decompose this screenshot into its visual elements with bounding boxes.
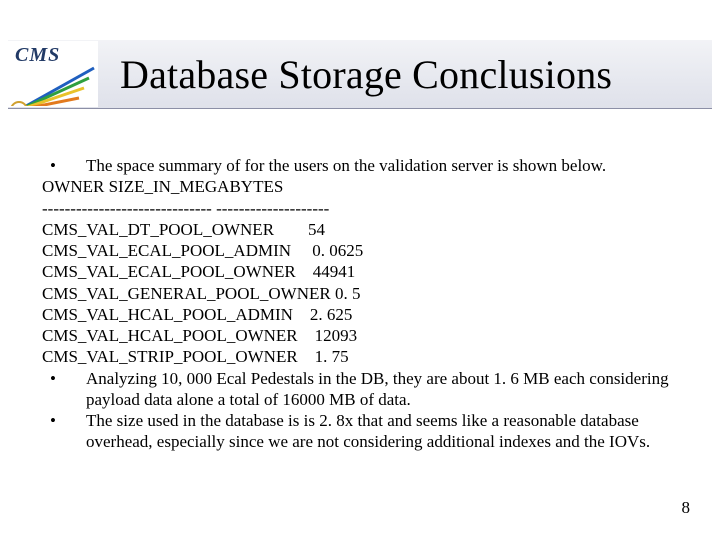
slide-body: •The space summary of for the users on t… bbox=[42, 155, 682, 453]
table-row: CMS_VAL_HCAL_POOL_OWNER 12093 bbox=[42, 325, 682, 346]
table-row: CMS_VAL_HCAL_POOL_ADMIN 2. 625 bbox=[42, 304, 682, 325]
bullet-3: •The size used in the database is is 2. … bbox=[42, 410, 682, 453]
table-row: CMS_VAL_ECAL_POOL_OWNER 44941 bbox=[42, 261, 682, 282]
cms-logo: CMS bbox=[8, 41, 98, 107]
table-row: CMS_VAL_DT_POOL_OWNER 54 bbox=[42, 219, 682, 240]
bullet-1: •The space summary of for the users on t… bbox=[42, 155, 682, 176]
slide: CMS Database Storage Conclusions •The sp… bbox=[0, 0, 720, 540]
table-row: CMS_VAL_ECAL_POOL_ADMIN 0. 0625 bbox=[42, 240, 682, 261]
table-row: CMS_VAL_STRIP_POOL_OWNER 1. 75 bbox=[42, 346, 682, 367]
title-bar: CMS Database Storage Conclusions bbox=[8, 40, 712, 109]
bullet-1-text: The space summary of for the users on th… bbox=[86, 156, 606, 175]
bullet-3-text: The size used in the database is is 2. 8… bbox=[86, 411, 650, 451]
table-row: CMS_VAL_GENERAL_POOL_OWNER 0. 5 bbox=[42, 283, 682, 304]
bullet-2: •Analyzing 10, 000 Ecal Pedestals in the… bbox=[42, 368, 682, 411]
slide-title: Database Storage Conclusions bbox=[120, 51, 612, 98]
cms-logo-burst-icon bbox=[8, 60, 98, 107]
table-header: OWNER SIZE_IN_MEGABYTES bbox=[42, 176, 682, 197]
page-number: 8 bbox=[682, 498, 691, 518]
bullet-2-text: Analyzing 10, 000 Ecal Pedestals in the … bbox=[86, 369, 669, 409]
table-separator: ------------------------------ ---------… bbox=[42, 198, 682, 219]
